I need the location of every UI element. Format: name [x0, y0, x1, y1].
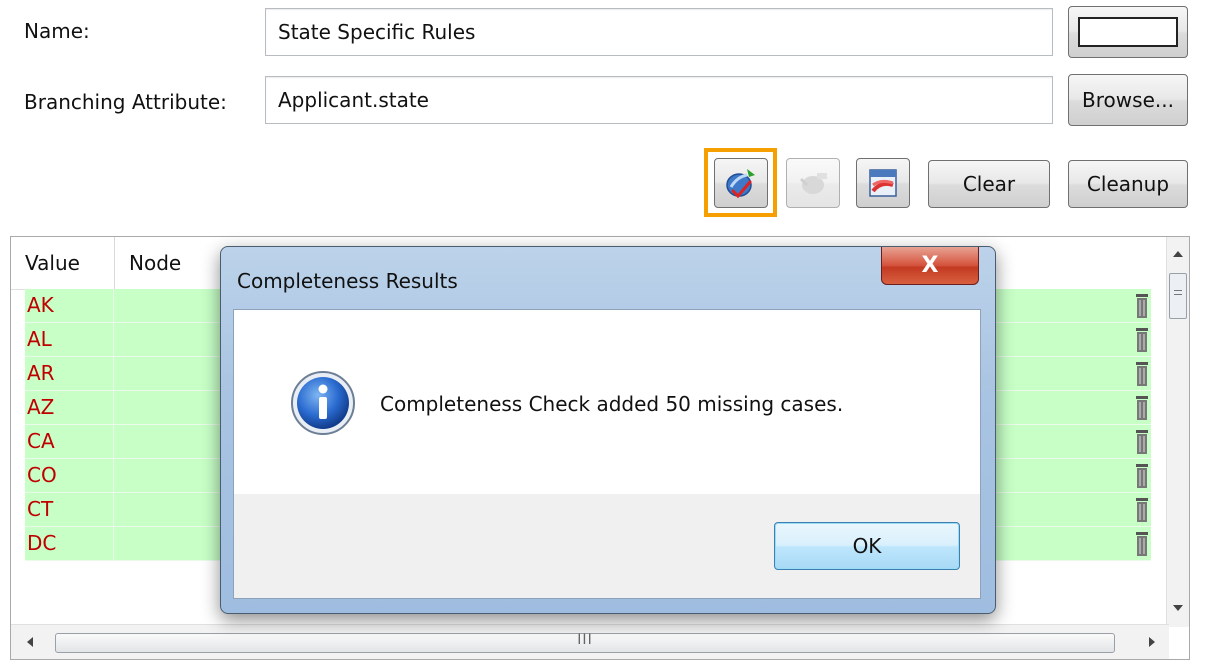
- scroll-right-arrow-icon[interactable]: [1147, 636, 1157, 648]
- column-divider: [113, 391, 114, 424]
- row-value: CT: [27, 497, 54, 521]
- column-divider: [113, 527, 114, 560]
- column-divider: [113, 323, 114, 356]
- column-divider: [113, 459, 114, 492]
- row-value: CO: [27, 463, 57, 487]
- row-value: AL: [27, 327, 52, 351]
- browse-button[interactable]: Browse...: [1068, 74, 1188, 126]
- column-header-node[interactable]: Node: [129, 251, 181, 275]
- vertical-scroll-thumb[interactable]: [1169, 273, 1187, 319]
- dialog-message-area: Completeness Check added 50 missing case…: [234, 310, 980, 494]
- row-value: AZ: [27, 395, 55, 419]
- vertical-scrollbar[interactable]: [1166, 237, 1189, 627]
- row-value: CA: [27, 429, 55, 453]
- disabled-tool-button: [786, 158, 840, 208]
- trash-icon[interactable]: [1135, 531, 1149, 557]
- column-header-value[interactable]: Value: [25, 251, 80, 275]
- clear-button[interactable]: Clear: [928, 160, 1050, 208]
- scroll-grip: III: [577, 632, 593, 648]
- column-divider: [113, 493, 114, 526]
- layout-tool-button[interactable]: [856, 158, 910, 208]
- trash-icon[interactable]: [1135, 395, 1149, 421]
- completeness-check-button[interactable]: [714, 158, 768, 208]
- dialog-title: Completeness Results: [237, 269, 458, 293]
- scroll-left-arrow-icon[interactable]: [25, 636, 35, 648]
- column-separator: [114, 237, 115, 289]
- trash-icon[interactable]: [1135, 327, 1149, 353]
- color-picker-button[interactable]: [1068, 6, 1188, 58]
- dialog-close-button[interactable]: X: [881, 247, 979, 285]
- column-divider: [113, 425, 114, 458]
- cleanup-button[interactable]: Cleanup: [1068, 160, 1188, 208]
- dialog-message: Completeness Check added 50 missing case…: [380, 392, 844, 416]
- ok-button[interactable]: OK: [774, 522, 960, 570]
- disabled-tool-icon: [799, 173, 827, 194]
- horizontal-scroll-thumb[interactable]: III: [55, 632, 1115, 653]
- completeness-check-icon: [726, 169, 755, 199]
- color-swatch: [1078, 17, 1178, 47]
- branching-attribute-value: Applicant.state: [278, 88, 429, 112]
- name-field[interactable]: State Specific Rules: [265, 8, 1053, 56]
- trash-icon[interactable]: [1135, 463, 1149, 489]
- trash-icon[interactable]: [1135, 429, 1149, 455]
- trash-icon[interactable]: [1135, 497, 1149, 523]
- row-value: AR: [27, 361, 55, 385]
- info-icon: [291, 371, 355, 435]
- trash-icon[interactable]: [1135, 361, 1149, 387]
- name-field-value: State Specific Rules: [278, 20, 476, 44]
- completeness-results-dialog: Completeness Results X Completeness Chec…: [220, 246, 996, 614]
- trash-icon[interactable]: [1135, 293, 1149, 319]
- row-value: DC: [27, 531, 57, 555]
- layout-tool-icon: [869, 169, 897, 197]
- branching-attribute-label: Branching Attribute:: [24, 90, 227, 114]
- dialog-body: Completeness Check added 50 missing case…: [233, 309, 981, 599]
- branching-attribute-field[interactable]: Applicant.state: [265, 76, 1053, 124]
- column-divider: [113, 289, 114, 322]
- close-icon: X: [921, 253, 939, 278]
- column-divider: [113, 357, 114, 390]
- horizontal-scrollbar[interactable]: III: [11, 624, 1169, 659]
- name-label: Name:: [24, 19, 90, 43]
- row-value: AK: [27, 293, 54, 317]
- scroll-down-arrow-icon[interactable]: [1172, 603, 1184, 613]
- scroll-up-arrow-icon[interactable]: [1172, 249, 1184, 259]
